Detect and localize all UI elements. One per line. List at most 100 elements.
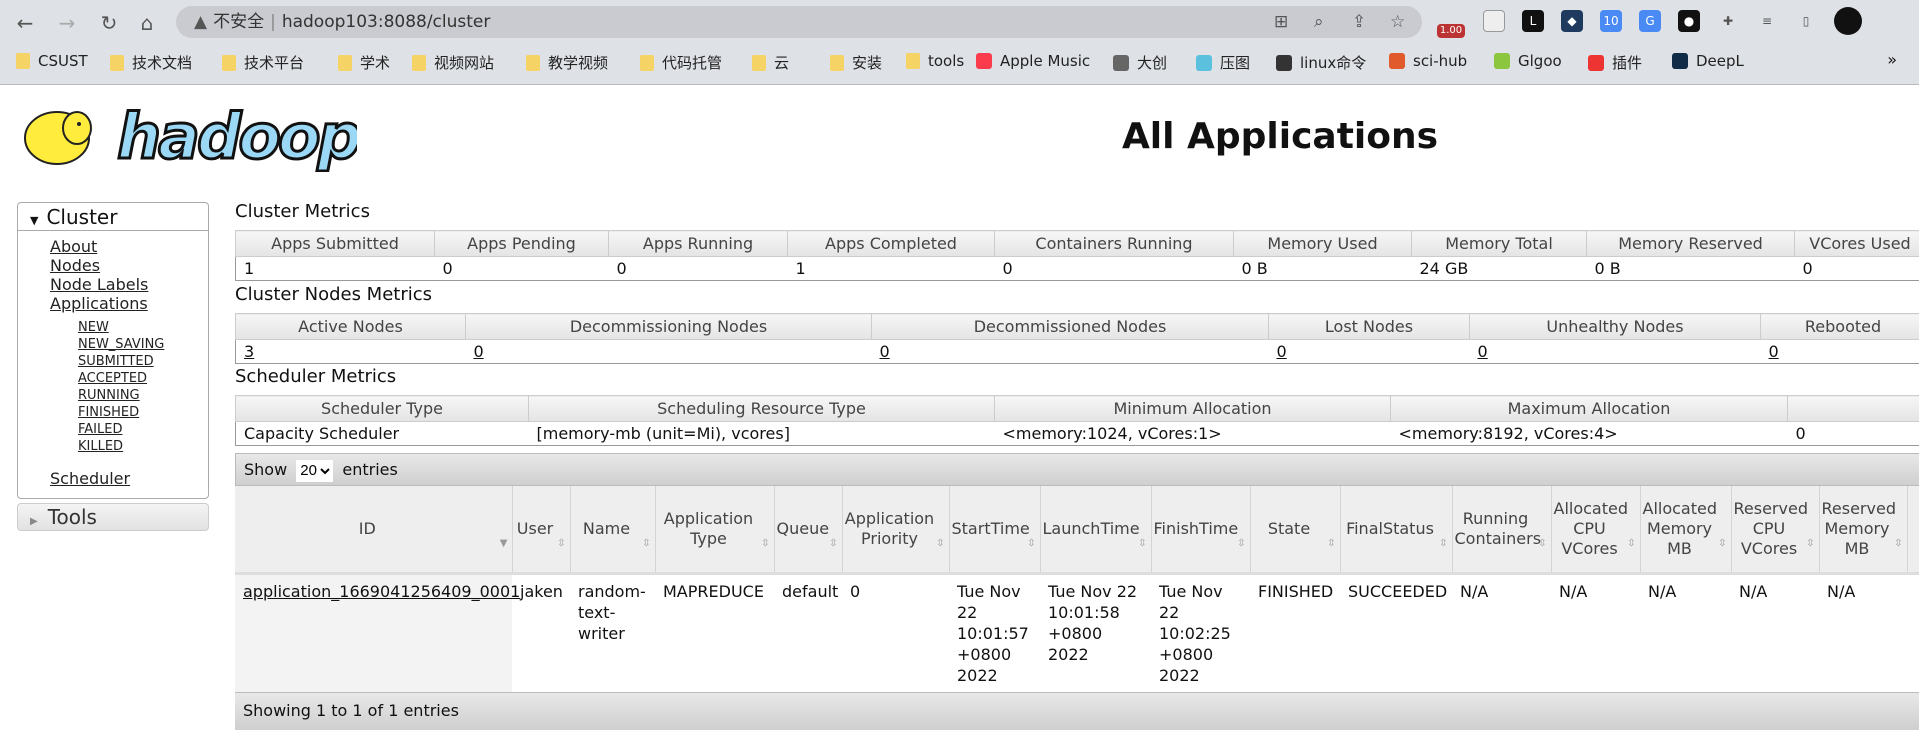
bookmark-label: DeepL	[1696, 52, 1744, 70]
column-header-finishtime[interactable]: FinishTime⇳	[1151, 486, 1250, 573]
metric-link[interactable]: 0	[1277, 342, 1287, 361]
bookmark-linux命令[interactable]: linux命令	[1276, 52, 1366, 73]
header-label: StartTime	[952, 519, 1030, 538]
sidebar-state-running[interactable]: RUNNING	[78, 387, 208, 404]
reading-list-icon[interactable]: ≡	[1756, 10, 1778, 32]
sort-icon: ⇳	[761, 534, 769, 554]
warning-icon: ▲	[194, 12, 207, 32]
column-header-name[interactable]: Name⇳	[570, 486, 655, 573]
folder-icon	[830, 55, 844, 71]
sidebar-state-new_saving[interactable]: NEW_SAVING	[78, 336, 208, 353]
bookmark-label: 安装	[852, 52, 882, 73]
bookmark-压图[interactable]: 压图	[1196, 52, 1250, 73]
cell: 0	[842, 573, 949, 692]
bookmark-label: 学术	[360, 52, 390, 73]
column-header-starttime[interactable]: StartTime⇳	[949, 486, 1040, 573]
metric-link[interactable]: 3	[244, 342, 254, 361]
tools-section-header[interactable]: ▶Tools	[17, 503, 209, 531]
column-header-reserved-cpu-vcores[interactable]: Reserved CPU VCores⇳	[1731, 486, 1819, 573]
table-row: 100100 B24 GB0 B0	[236, 257, 1919, 281]
sidebar-link-scheduler[interactable]: Scheduler	[50, 469, 208, 488]
sort-icon: ⇳	[1806, 534, 1814, 554]
bookmark-大创[interactable]: 大创	[1113, 52, 1167, 73]
column-header-finalstatus[interactable]: FinalStatus⇳	[1340, 486, 1452, 573]
column-header-id[interactable]: ID▼	[235, 486, 512, 573]
sidebar-state-submitted[interactable]: SUBMITTED	[78, 353, 208, 370]
column-header-running-containers[interactable]: Running Containers⇳	[1452, 486, 1551, 573]
ghost-extension-icon[interactable]: ●	[1678, 10, 1700, 32]
bookmark-代码托管[interactable]: 代码托管	[640, 52, 722, 73]
address-bar[interactable]: ▲不安全|hadoop103:8088/cluster ⊞ ⌕ ⇪ ☆	[176, 6, 1422, 38]
bookmark-技术文档[interactable]: 技术文档	[110, 52, 192, 73]
cell: default	[774, 573, 842, 692]
metric-link[interactable]: 0	[1478, 342, 1488, 361]
header-label: LaunchTime	[1043, 519, 1140, 538]
reload-icon[interactable]: ↻	[96, 10, 122, 36]
puzzle-icon[interactable]: ✚	[1717, 10, 1739, 32]
applications-table: ID▼User⇳Name⇳Application Type⇳Queue⇳Appl…	[235, 486, 1919, 692]
scheduler-metrics-title: Scheduler Metrics	[235, 366, 396, 387]
metric-link[interactable]: 0	[1769, 342, 1779, 361]
cell: 0	[995, 257, 1234, 281]
bookmark-glgoo[interactable]: Glgoo	[1494, 52, 1562, 70]
bookmark-学术[interactable]: 学术	[338, 52, 390, 73]
back-icon[interactable]: ←	[12, 10, 38, 36]
sidebar-state-finished[interactable]: FINISHED	[78, 404, 208, 421]
column-header-launchtime[interactable]: LaunchTime⇳	[1040, 486, 1151, 573]
bookmark-视频网站[interactable]: 视频网站	[412, 52, 494, 73]
bookmark-技术平台[interactable]: 技术平台	[222, 52, 304, 73]
cluster-section-header[interactable]: ▼Cluster	[18, 203, 208, 231]
column-header-application-type[interactable]: Application Type⇳	[655, 486, 774, 573]
more-bookmarks-icon[interactable]: »	[1887, 50, 1897, 69]
bookmark-deepl[interactable]: DeepL	[1672, 52, 1744, 70]
bookmark-star-icon[interactable]: ☆	[1390, 6, 1405, 38]
sidebar-state-new[interactable]: NEW	[78, 319, 208, 336]
column-header-allocated-memory-mb[interactable]: Allocated Memory MB⇳	[1640, 486, 1731, 573]
cell: 1	[236, 257, 435, 281]
sidepanel-icon[interactable]: ▯	[1795, 10, 1817, 32]
forward-icon[interactable]: →	[54, 10, 80, 36]
extension-badge[interactable]: 1.00	[1437, 24, 1465, 38]
deepl-extension-icon[interactable]: ◆	[1561, 10, 1583, 32]
metric-link[interactable]: 0	[474, 342, 484, 361]
avatar[interactable]	[1834, 7, 1862, 35]
page-size-select[interactable]: 20	[296, 460, 333, 482]
zoom-icon[interactable]: ⌕	[1314, 6, 1324, 38]
translate-icon[interactable]: ⊞	[1274, 6, 1288, 38]
sidebar-state-accepted[interactable]: ACCEPTED	[78, 370, 208, 387]
bookmark-安装[interactable]: 安装	[830, 52, 882, 73]
application-id-link[interactable]: application_1669041256409_0001	[243, 582, 520, 601]
bookmark-插件[interactable]: 插件	[1588, 52, 1642, 73]
sidebar-link-node-labels[interactable]: Node Labels	[50, 275, 208, 294]
column-header-application-priority[interactable]: Application Priority⇳	[842, 486, 949, 573]
bookmark-csust[interactable]: CSUST	[16, 52, 88, 70]
sidebar-link-about[interactable]: About	[50, 237, 208, 256]
bookmark-云[interactable]: 云	[752, 52, 789, 73]
sidebar-state-failed[interactable]: FAILED	[78, 421, 208, 438]
column-header-allocated-cpu-vcores[interactable]: Allocated CPU VCores⇳	[1551, 486, 1640, 573]
metric-link[interactable]: 0	[880, 342, 890, 361]
sidebar-link-nodes[interactable]: Nodes	[50, 256, 208, 275]
doc-extension-icon[interactable]	[1483, 10, 1505, 32]
translate-extension-icon[interactable]: G	[1639, 10, 1661, 32]
column-header-user[interactable]: User⇳	[512, 486, 570, 573]
l-extension-icon[interactable]: L	[1522, 10, 1544, 32]
share-icon[interactable]: ⇪	[1352, 6, 1366, 38]
column-header-reserved-memory-mb[interactable]: Reserved Memory MB⇳	[1819, 486, 1907, 573]
column-header: Decommissioning Nodes	[466, 314, 872, 340]
sidebar-state-killed[interactable]: KILLED	[78, 438, 208, 455]
sort-icon: ⇳	[1027, 534, 1035, 554]
column-header-queue[interactable]: Queue⇳	[774, 486, 842, 573]
cell: 0 B	[1234, 257, 1412, 281]
column-header: Scheduler Type	[236, 396, 529, 422]
bookmark-sci-hub[interactable]: sci-hub	[1389, 52, 1467, 70]
bookmark-apple-music[interactable]: Apple Music	[976, 52, 1090, 70]
sidebar-link-applications[interactable]: Applications	[50, 294, 208, 313]
bookmark-教学视频[interactable]: 教学视频	[526, 52, 608, 73]
column-header-partial[interactable]	[1907, 486, 1919, 573]
cell: <memory:1024, vCores:1>	[995, 422, 1391, 446]
home-icon[interactable]: ⌂	[134, 10, 160, 36]
column-header-state[interactable]: State⇳	[1250, 486, 1340, 573]
bookmark-tools[interactable]: tools	[906, 52, 964, 70]
ten-extension-icon[interactable]: 10	[1600, 10, 1622, 32]
